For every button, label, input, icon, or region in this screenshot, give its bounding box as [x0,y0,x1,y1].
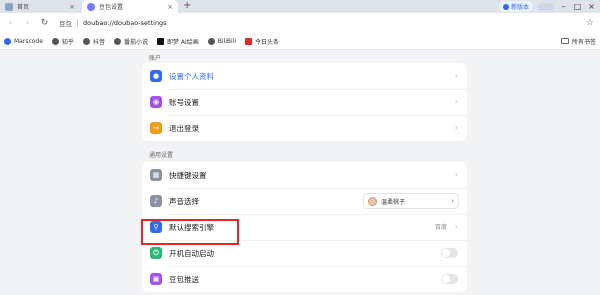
bookmark-item[interactable]: 即梦 AI绘画 [156,37,199,46]
window-controls: 新版本 – □ × [498,0,600,13]
person-icon: ● [150,70,162,82]
account-card: ● 设置个人资料 › ◉ 账号设置 › → 退出登录 › [142,63,467,141]
close-icon[interactable]: × [167,3,173,11]
bookmark-star-icon[interactable]: ☆ [586,18,594,28]
address-bar-row: ‹ › ↻ 豆包 doubao://doubao-settings ☆ [0,13,600,33]
logout-icon: → [150,122,162,134]
chevron-right-icon: › [454,97,458,106]
bookmark-item[interactable]: 抖音 [82,37,105,46]
all-bookmarks-button[interactable]: 所有书签 [560,37,596,46]
keyboard-icon: ▦ [150,169,162,181]
account-icon: ◉ [150,96,162,108]
browser-tabstrip: 首页 × 豆包设置 × + 新版本 – □ × [0,0,600,13]
bookmark-item[interactable]: 今日头条 [245,37,279,46]
home-icon [5,2,13,11]
search-engine-value: 百度 [434,224,447,231]
new-tab-button[interactable]: + [183,0,191,13]
push-toggle[interactable] [441,274,458,284]
sound-icon: ♪ [150,195,162,207]
row-voice[interactable]: ♪ 声音选择 温柔桃子 › [142,188,467,214]
row-label: 退出登录 [169,123,199,133]
chevron-right-icon: › [454,123,458,132]
bookmarks-bar: Marscode 知乎 抖音 番茄小说 即梦 AI绘画 BiliBili 今日头… [0,33,600,50]
globe-icon [82,37,90,45]
row-label: 声音选择 [169,196,199,206]
folder-icon [560,38,569,44]
bookmark-item[interactable]: Marscode [4,37,43,45]
profile-avatar[interactable] [538,2,554,11]
avatar [368,196,377,206]
chevron-right-icon: › [454,222,458,231]
tab-label: 豆包设置 [99,4,124,11]
minimize-icon[interactable]: – [559,2,568,11]
voice-name: 温柔桃子 [381,198,406,206]
globe-icon [51,37,59,45]
row-logout[interactable]: → 退出登录 › [142,115,467,141]
autostart-toggle[interactable] [441,248,458,258]
site-label: 豆包 [59,20,72,28]
close-window-icon[interactable]: × [587,2,596,11]
section-title-account: 账户 [149,55,162,62]
url-text: doubao://doubao-settings [83,19,167,27]
jimeng-icon [156,37,164,45]
row-label: 快捷键设置 [169,170,207,180]
row-account-settings[interactable]: ◉ 账号设置 › [142,89,467,115]
chevron-right-icon: › [454,71,458,80]
tab-doubao-settings[interactable]: 豆包设置 × [82,0,178,13]
row-label: 设置个人资料 [169,71,214,81]
new-version-badge[interactable]: 新版本 [498,1,533,12]
highlight-box [141,219,239,245]
back-icon[interactable]: ‹ [6,18,15,28]
reload-icon[interactable]: ↻ [40,18,49,28]
url-field[interactable]: 豆包 doubao://doubao-settings [57,16,578,30]
marscode-icon [4,37,11,45]
row-profile[interactable]: ● 设置个人资料 › [142,63,467,89]
row-push: ▣ 豆包推送 [142,266,467,292]
bookmark-item[interactable]: 番茄小说 [113,37,148,46]
globe-icon [113,37,121,45]
divider [77,19,78,27]
globe-icon [207,37,215,45]
toutiao-icon [245,37,252,45]
chevron-right-icon: › [454,170,458,179]
row-shortcuts[interactable]: ▦ 快捷键设置 › [142,162,467,188]
push-icon: ▣ [150,273,162,285]
forward-icon[interactable]: › [23,18,32,28]
info-icon [502,3,509,10]
tab-label: 首页 [17,4,30,11]
row-label: 开机自动启动 [169,248,214,258]
voice-select[interactable]: 温柔桃子 › [363,193,459,209]
row-label: 账号设置 [169,97,199,107]
maximize-icon[interactable]: □ [573,2,582,11]
power-icon: ⏻ [150,247,162,259]
section-title-general: 通用设置 [149,152,174,159]
tab-home[interactable]: 首页 × [0,0,80,13]
doubao-icon [87,2,95,11]
row-label: 豆包推送 [169,274,199,284]
chevron-right-icon: › [451,197,454,205]
settings-page: 账户 ● 设置个人资料 › ◉ 账号设置 › → 退出登录 › 通用设置 ▦ 快… [0,50,600,295]
bookmark-item[interactable]: 知乎 [51,37,74,46]
close-icon[interactable]: × [69,3,75,11]
bookmark-item[interactable]: BiliBili [207,37,236,45]
